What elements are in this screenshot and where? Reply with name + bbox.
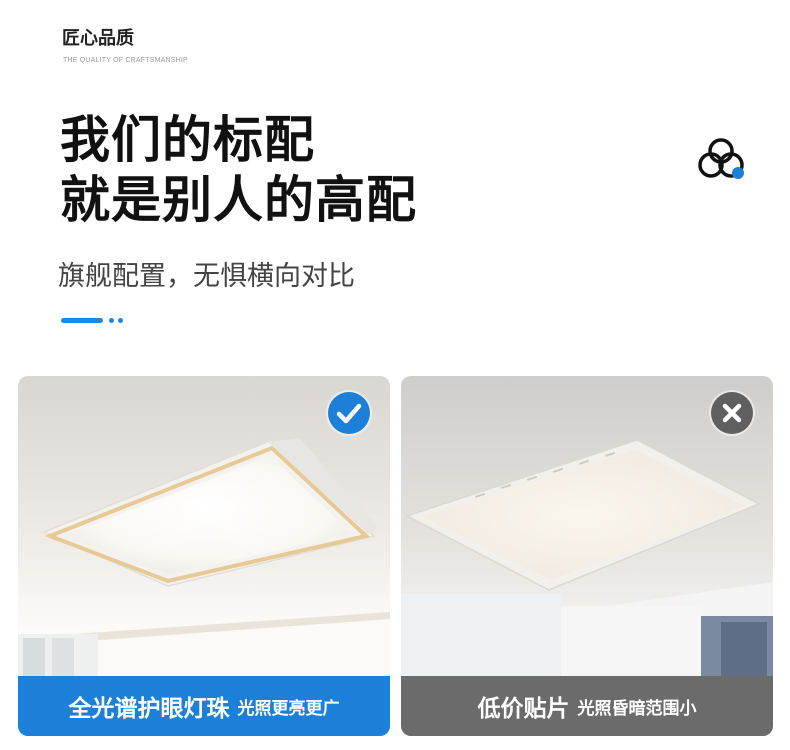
accent-dot (118, 318, 123, 323)
caption-bad-title: 低价贴片 (477, 696, 570, 722)
caption-good: 全光谱护眼灯珠 光照更亮更广 (18, 676, 390, 736)
caption-bad: 低价贴片 光照昏暗范围小 (401, 676, 773, 736)
brand-title: 匠心品质 (62, 28, 134, 49)
caption-bad-note: 光照昏暗范围小 (577, 698, 697, 719)
caption-good-title: 全光谱护眼灯珠 (68, 696, 230, 722)
comparison-card-good: 全光谱护眼灯珠 光照更亮更广 (18, 376, 390, 736)
headline-line-1: 我们的标配 (60, 111, 315, 169)
caption-good-note: 光照更亮更广 (237, 698, 340, 719)
headline-line-2: 就是别人的高配 (60, 171, 417, 229)
rejected-badge (711, 392, 753, 434)
brand-subtitle: THE QUALITY OF CRAFTSMANSHIP (63, 57, 188, 64)
comparison-card-bad: 低价贴片 光照昏暗范围小 (401, 376, 773, 736)
accent-bar (61, 318, 103, 323)
approved-badge (328, 392, 370, 434)
three-circles-icon (698, 138, 744, 179)
headline: 我们的标配 就是别人的高配 (60, 110, 417, 230)
subheadline: 旗舰配置，无惧横向对比 (58, 261, 355, 292)
checkmark-icon (336, 403, 362, 424)
accent-dot (109, 318, 114, 323)
cross-icon (722, 403, 742, 423)
